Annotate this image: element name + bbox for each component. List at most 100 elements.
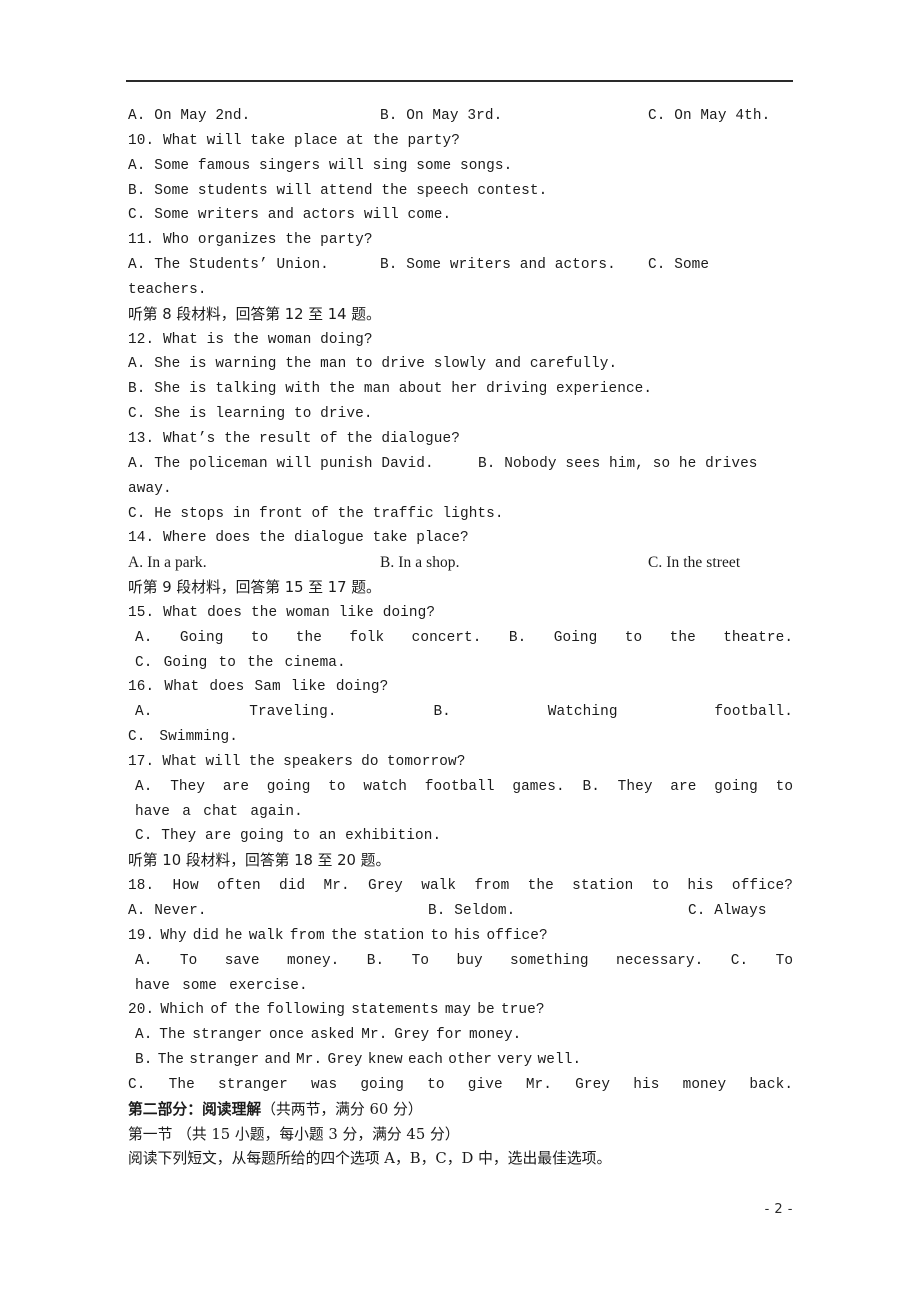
word: to	[624, 629, 643, 646]
word: have	[135, 977, 170, 994]
option-a: A. Never.	[128, 903, 207, 919]
text-line: 13. What’s the result of the dialogue?	[128, 430, 460, 447]
word: are	[222, 778, 250, 795]
word: will	[205, 753, 241, 770]
text-line: C. She is learning to drive.	[128, 406, 373, 423]
listening-instruction-line: 听第 9 段材料，回答第 15 至 17 题。	[128, 579, 381, 597]
word: C.	[730, 952, 749, 969]
text-line: C. Some writers and actors will come.	[128, 207, 452, 224]
word: save	[224, 952, 260, 969]
word: money	[682, 1076, 727, 1093]
word: Why	[160, 927, 187, 944]
word: Sam	[254, 679, 281, 696]
word: doing?	[382, 604, 436, 621]
word: did	[278, 878, 306, 895]
justified-text-line: C. Going to the cinema.	[128, 651, 793, 676]
justified-text-line: A. They are going to watch football games. B. The…	[128, 775, 793, 800]
word: C.	[128, 729, 146, 746]
word: to	[218, 654, 237, 671]
word: walk	[248, 927, 284, 944]
justified-text-line: B. The stranger and Mr. Grey knew each other very…	[128, 1048, 793, 1073]
word: to	[292, 828, 311, 845]
word: cinema.	[284, 654, 346, 671]
word: Going	[179, 629, 224, 646]
option-a: A. The Students’ Union.	[128, 257, 329, 274]
word: to	[328, 778, 346, 795]
word: buy	[456, 952, 483, 969]
word: often	[217, 878, 261, 895]
word: going	[240, 828, 284, 845]
word: 19.	[128, 927, 155, 944]
word: theatre.	[723, 629, 794, 646]
word: Traveling.	[249, 704, 337, 721]
word: back.	[749, 1076, 794, 1093]
text-line: B. She is talking with the man about her…	[128, 381, 653, 398]
word: of	[210, 1002, 228, 1019]
word: 16.	[128, 679, 155, 696]
word: Grey	[575, 1076, 611, 1093]
word: concert.	[411, 629, 482, 646]
text-line: B. Some students will attend the speech …	[128, 182, 548, 199]
word: games.	[512, 778, 565, 795]
justified-text-line: C. The stranger was going to give Mr. Grey his mon…	[128, 1073, 793, 1098]
word: Mr.	[525, 1076, 553, 1093]
text-line: 14. Where does the dialogue take place?	[128, 530, 469, 547]
word: A.	[135, 704, 153, 721]
word: C.	[135, 654, 153, 671]
word: very	[497, 1052, 533, 1069]
word: They	[170, 778, 206, 795]
justified-text-line: have some exercise.	[128, 974, 793, 999]
section-two-heading: 第二部分：阅读理解（共两节，满分 60 分）	[128, 1098, 793, 1123]
option-c: C. Some	[648, 257, 710, 274]
word: What	[163, 604, 199, 621]
option-a: A. In a park.	[128, 554, 207, 572]
justified-text-line: C. Swimming.	[128, 725, 793, 750]
word: have	[135, 803, 170, 820]
option-b: B. In a shop.	[380, 554, 460, 572]
justified-text-line: 16. What does Sam like doing?	[128, 675, 793, 700]
word: stranger	[192, 1027, 263, 1044]
word: was	[310, 1076, 338, 1093]
word: the	[330, 927, 358, 944]
word: from	[289, 927, 325, 944]
word: going	[360, 1076, 404, 1093]
word: stranger	[189, 1052, 260, 1069]
word: B.	[366, 952, 385, 969]
word: did	[192, 927, 219, 944]
word: doing?	[335, 679, 389, 696]
option-b: B. Nobody sees him, so he drives	[478, 455, 758, 472]
text-line: away.	[128, 480, 172, 497]
text-line: teachers.	[128, 281, 207, 298]
word: he	[225, 927, 243, 944]
word: a	[182, 803, 191, 820]
word: once	[268, 1027, 304, 1044]
word: To	[179, 952, 198, 969]
word: They	[161, 828, 197, 845]
word: A.	[135, 952, 153, 969]
word: How	[172, 878, 199, 895]
word: something	[510, 952, 589, 969]
exam-page: A. On May 2nd. B. On May 3rd. C. On May 4t…	[0, 0, 920, 1302]
word: station	[363, 927, 425, 944]
word: some	[182, 977, 218, 994]
listening-instruction-line: 听第 10 段材料，回答第 18 至 20 题。	[128, 852, 391, 870]
word: 17.	[128, 753, 155, 770]
word: They	[617, 778, 653, 795]
word: his	[454, 927, 481, 944]
word: walk	[421, 878, 457, 895]
option-b: B. Some writers and actors.	[380, 257, 616, 274]
word: What	[162, 753, 198, 770]
word: office?	[731, 878, 794, 895]
word: his	[633, 1076, 660, 1093]
word: like	[338, 604, 374, 621]
word: 15.	[128, 604, 155, 621]
word: and	[264, 1052, 291, 1069]
word: chat	[203, 803, 239, 820]
word: necessary.	[616, 952, 704, 969]
word: A.	[135, 629, 153, 646]
word: are	[670, 778, 697, 795]
word: to	[651, 878, 670, 895]
word: C.	[135, 828, 153, 845]
justified-text-line: 20. Which of the following statements may be tru…	[128, 998, 793, 1023]
word: B.	[508, 629, 527, 646]
